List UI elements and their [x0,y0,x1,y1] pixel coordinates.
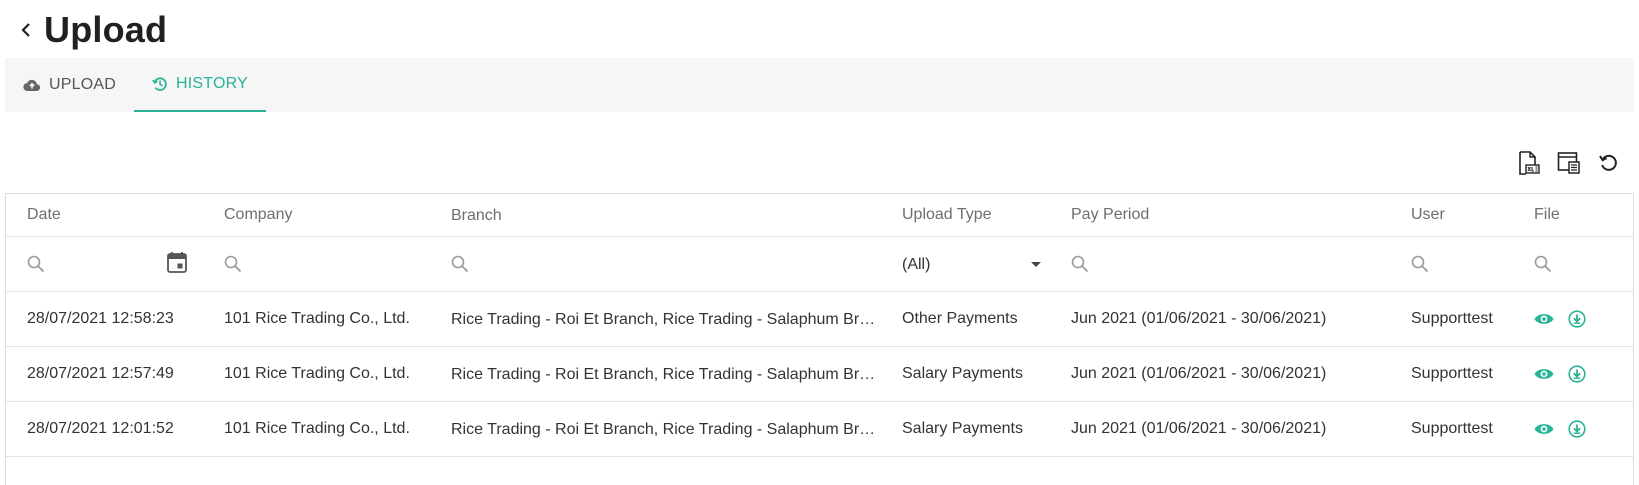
cell-date: 28/07/2021 12:57:49 [27,365,174,382]
tab-history[interactable]: HISTORY [134,58,266,112]
view-eye-icon[interactable] [1534,422,1554,436]
calendar-icon[interactable] [167,251,187,278]
search-icon [1071,255,1089,273]
page-header: Upload [16,4,167,56]
pay-period-filter-input[interactable] [1071,237,1401,291]
branch-filter-input[interactable] [451,237,876,291]
cell-upload-type: Salary Payments [902,420,1023,437]
table-row[interactable]: 28/07/2021 12:01:52 101 Rice Trading Co.… [6,402,1633,457]
search-icon [451,255,469,273]
table-filter-row: (All) [6,237,1633,292]
cell-date: 28/07/2021 12:01:52 [27,420,174,437]
cell-user: Supporttest [1411,420,1493,437]
cell-upload-type: Other Payments [902,310,1018,327]
download-circle-icon[interactable] [1568,310,1586,328]
grid-toolbar [1517,150,1621,176]
cell-pay-period: Jun 2021 (01/06/2021 - 30/06/2021) [1071,365,1327,382]
user-filter-input[interactable] [1411,237,1526,291]
column-header-user[interactable]: User [1411,194,1526,236]
download-circle-icon[interactable] [1568,365,1586,383]
cell-pay-period: Jun 2021 (01/06/2021 - 30/06/2021) [1071,310,1327,327]
cell-date: 28/07/2021 12:58:23 [27,310,174,327]
tab-upload-label: UPLOAD [49,76,116,93]
view-eye-icon[interactable] [1534,312,1554,326]
company-filter-input[interactable] [224,237,439,291]
cell-branch: Rice Trading - Roi Et Branch, Rice Tradi… [451,421,876,438]
export-excel-icon[interactable] [1517,150,1541,176]
column-header-upload-type[interactable]: Upload Type [902,194,1052,236]
cell-user: Supporttest [1411,310,1493,327]
column-header-company[interactable]: Company [224,194,439,236]
search-icon [224,255,242,273]
history-table: Date Company Branch Upload Type Pay Peri… [5,193,1634,485]
tab-history-label: HISTORY [176,75,248,92]
search-icon [1411,255,1429,273]
view-eye-icon[interactable] [1534,367,1554,381]
cell-file [1534,402,1624,456]
cell-company: 101 Rice Trading Co., Ltd. [224,365,410,382]
table-row[interactable]: 28/07/2021 12:58:23 101 Rice Trading Co.… [6,292,1633,347]
column-header-date[interactable]: Date [27,194,207,236]
cell-pay-period: Jun 2021 (01/06/2021 - 30/06/2021) [1071,420,1327,437]
column-header-branch[interactable]: Branch [451,194,876,236]
dropdown-arrow-icon [1030,256,1042,274]
upload-type-filter-select[interactable]: (All) [902,249,1042,281]
cell-user: Supporttest [1411,365,1493,382]
column-header-pay-period[interactable]: Pay Period [1071,194,1401,236]
cell-company: 101 Rice Trading Co., Ltd. [224,310,410,327]
refresh-icon[interactable] [1597,150,1621,176]
table-header-row: Date Company Branch Upload Type Pay Peri… [6,194,1633,237]
column-header-file[interactable]: File [1534,194,1624,236]
cloud-upload-icon [23,78,41,92]
cell-company: 101 Rice Trading Co., Ltd. [224,420,410,437]
cell-file [1534,292,1624,346]
column-chooser-icon[interactable] [1557,150,1581,176]
cell-branch: Rice Trading - Roi Et Branch, Rice Tradi… [451,366,876,383]
search-icon [1534,255,1552,273]
download-circle-icon[interactable] [1568,420,1586,438]
cell-file [1534,347,1624,401]
table-row[interactable]: 28/07/2021 12:57:49 101 Rice Trading Co.… [6,347,1633,402]
file-filter-input[interactable] [1534,237,1624,291]
history-icon [152,76,168,92]
upload-type-filter-value: (All) [902,256,931,273]
tab-upload[interactable]: UPLOAD [5,58,134,112]
search-icon [27,255,45,273]
cell-branch: Rice Trading - Roi Et Branch, Rice Tradi… [451,311,876,328]
back-chevron-icon[interactable] [16,20,36,40]
tab-bar: UPLOAD HISTORY [5,58,1634,112]
cell-upload-type: Salary Payments [902,365,1023,382]
page-title: Upload [44,9,168,50]
